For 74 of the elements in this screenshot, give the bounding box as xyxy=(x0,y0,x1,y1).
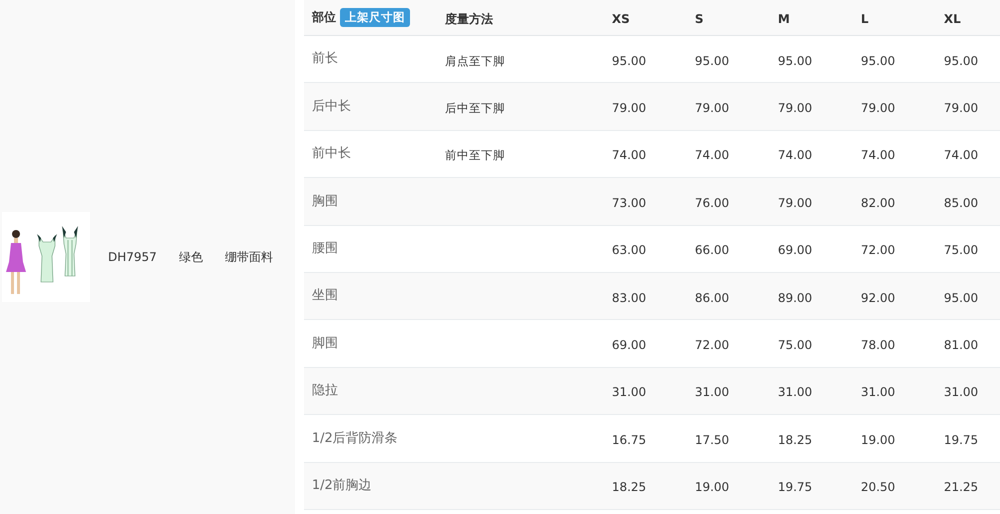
column-header: S xyxy=(694,12,704,26)
table-cell: 76.00 xyxy=(694,196,730,210)
size-chart-button[interactable]: 上架尺寸图 xyxy=(340,8,410,27)
table-cell: 72.00 xyxy=(694,338,730,352)
table-cell: 81.00 xyxy=(944,338,978,352)
table-cell: 79.00 xyxy=(612,100,646,115)
table-cell: 95.00 xyxy=(944,54,978,68)
table-cell: 74.00 xyxy=(694,148,730,162)
table-cell: 78.00 xyxy=(860,338,896,352)
table-cell: 胸围 xyxy=(312,194,338,210)
table-cell: 1/2后背防滑条 xyxy=(312,430,398,446)
table-cell: 20.50 xyxy=(860,480,896,494)
table-cell: 隐拉 xyxy=(312,383,338,399)
table-cell: 63.00 xyxy=(612,243,646,258)
table-cell: 31.00 xyxy=(612,385,646,400)
table-cell: 95.00 xyxy=(860,54,896,68)
table-cell: 86.00 xyxy=(694,290,730,305)
table-cell: 79.00 xyxy=(860,100,896,115)
column-header: XL xyxy=(944,12,961,26)
table-cell: 腰围 xyxy=(312,240,338,257)
table-cell: 肩点至下脚 xyxy=(444,54,505,68)
table-cell: 74.00 xyxy=(612,148,646,162)
table-cell: 85.00 xyxy=(944,196,978,210)
table-cell: 18.25 xyxy=(778,432,812,447)
table-cell: 19.75 xyxy=(944,432,978,447)
table-cell: 坐围 xyxy=(312,288,338,304)
table-cell: 后中长 xyxy=(312,98,351,114)
table-cell: 75.00 xyxy=(778,338,812,352)
product-code: DH7957 xyxy=(108,250,157,264)
table-cell: 79.00 xyxy=(778,196,812,210)
table-cell: 95.00 xyxy=(612,54,646,68)
table-cell: 75.00 xyxy=(944,243,978,258)
table-cell: 31.00 xyxy=(860,385,896,400)
column-header: 部位 xyxy=(312,10,336,25)
table-cell: 21.25 xyxy=(944,480,978,494)
table-cell: 69.00 xyxy=(612,338,646,352)
column-header: L xyxy=(860,12,868,26)
table-cell: 31.00 xyxy=(944,385,978,400)
table-cell: 79.00 xyxy=(944,100,978,115)
table-cell: 1/2前胸边 xyxy=(312,478,372,494)
table-cell: 前中长 xyxy=(312,146,351,162)
table-cell: 31.00 xyxy=(694,385,730,400)
table-cell: 18.25 xyxy=(612,480,646,494)
table-cell: 前长 xyxy=(312,51,338,67)
table-cell: 69.00 xyxy=(778,243,812,258)
table-cell: 89.00 xyxy=(778,290,812,305)
table-cell: 79.00 xyxy=(778,100,812,115)
table-cell: 19.00 xyxy=(860,432,896,447)
column-header: 度量方法 xyxy=(444,12,493,26)
table-cell: 后中至下脚 xyxy=(444,100,505,115)
table-cell: 脚围 xyxy=(312,336,338,352)
table-cell: 前中至下脚 xyxy=(444,148,505,162)
table-cell: 95.00 xyxy=(944,290,978,305)
table-cell: 74.00 xyxy=(778,148,812,162)
table-cell: 73.00 xyxy=(612,196,646,210)
table-cell: 95.00 xyxy=(778,54,812,68)
table-cell: 92.00 xyxy=(860,290,896,305)
table-cell: 19.75 xyxy=(778,480,812,494)
fabric-name: 绷带面料 xyxy=(224,248,273,266)
column-header: M xyxy=(778,12,790,26)
table-cell: 17.50 xyxy=(694,432,730,447)
column-header: XS xyxy=(612,12,630,26)
table-cell: 83.00 xyxy=(612,290,646,305)
table-cell: 16.75 xyxy=(612,432,646,447)
table-cell: 82.00 xyxy=(860,196,896,210)
table-cell: 19.00 xyxy=(694,480,730,494)
color-name: 绿色 xyxy=(178,248,203,266)
table-cell: 74.00 xyxy=(944,148,978,162)
table-cell: 66.00 xyxy=(694,243,730,258)
table-cell: 31.00 xyxy=(778,385,812,400)
table-cell: 72.00 xyxy=(860,243,896,258)
table-cell: 95.00 xyxy=(694,54,730,68)
table-cell: 74.00 xyxy=(860,148,896,162)
table-cell: 79.00 xyxy=(694,100,730,115)
